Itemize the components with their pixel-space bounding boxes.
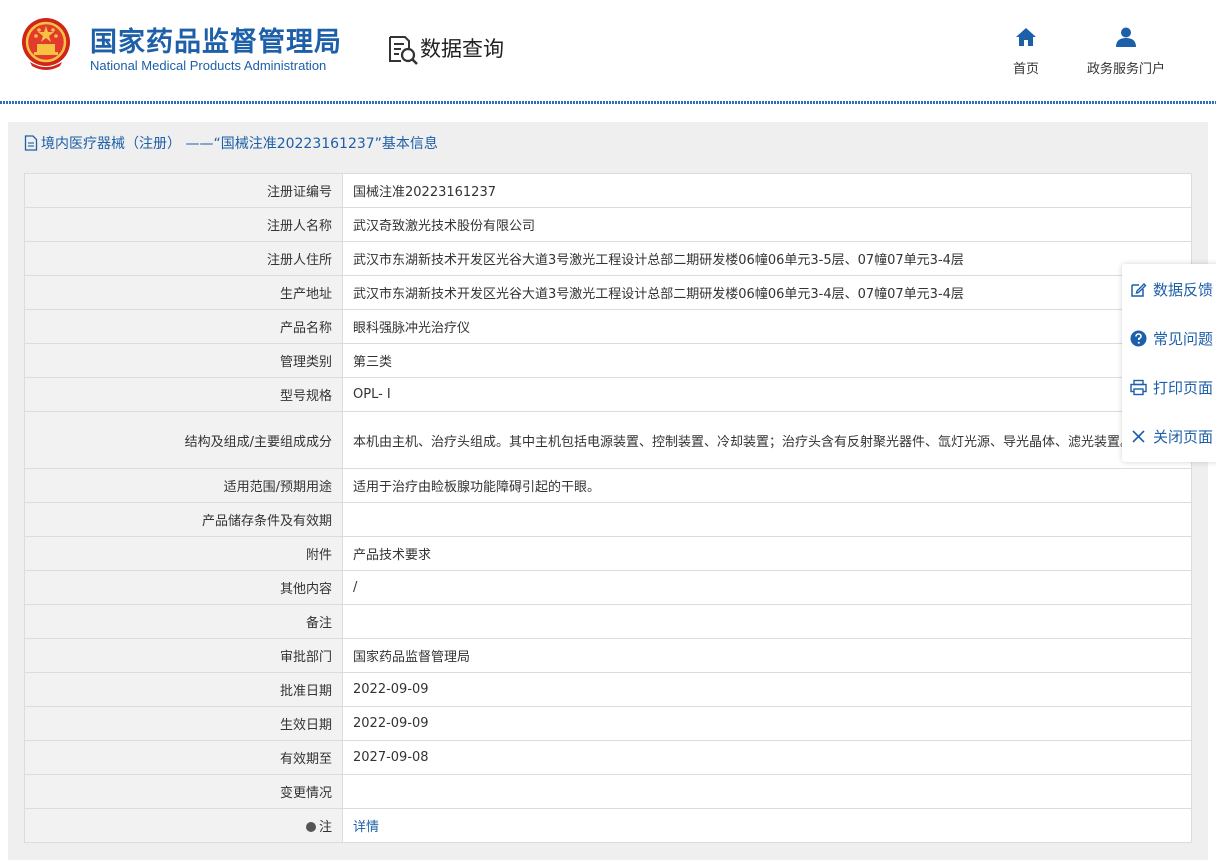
data-query-icon (389, 36, 418, 65)
document-icon (24, 135, 38, 151)
field-label: 备注 (24, 604, 343, 639)
table-row: 管理类别 第三类 (24, 343, 1192, 378)
field-value: 产品技术要求 (342, 536, 1192, 571)
table-row: 生产地址 武汉市东湖新技术开发区光谷大道3号激光工程设计总部二期研发楼06幢06单… (24, 275, 1192, 310)
table-row: 注册证编号 国械注准20223161237 (24, 173, 1192, 208)
field-label: 生产地址 (24, 275, 343, 310)
field-label: 其他内容 (24, 570, 343, 605)
field-label: 适用范围/预期用途 (24, 468, 343, 503)
data-feedback-label: 数据反馈 (1153, 280, 1214, 299)
field-label: 注册人名称 (24, 207, 343, 242)
field-label: 产品名称 (24, 309, 343, 344)
site-title[interactable]: 国家药品监督管理局 (90, 20, 342, 59)
table-row: 注册人住所 武汉市东湖新技术开发区光谷大道3号激光工程设计总部二期研发楼06幢06… (24, 241, 1192, 276)
field-label: 注册人住所 (24, 241, 343, 276)
field-value (342, 774, 1192, 809)
field-value: 武汉市东湖新技术开发区光谷大道3号激光工程设计总部二期研发楼06幢06单元3-5… (342, 241, 1192, 276)
details-link[interactable]: 详情 (342, 808, 1192, 843)
table-row: 注 详情 (24, 808, 1192, 843)
field-label: 有效期至 (24, 740, 343, 775)
field-value: 眼科强脉冲光治疗仪 (342, 309, 1192, 344)
data-feedback-button[interactable]: 数据反馈 (1130, 271, 1213, 307)
table-row: 生效日期 2022-09-09 (24, 706, 1192, 741)
field-value: 2022-09-09 (342, 706, 1192, 741)
field-value: 适用于治疗由睑板腺功能障碍引起的干眼。 (342, 468, 1192, 503)
question-icon (1130, 330, 1147, 346)
field-value: 2027-09-08 (342, 740, 1192, 775)
table-row: 变更情况 (24, 774, 1192, 809)
home-icon (1016, 28, 1036, 46)
note-label-cell: 注 (24, 808, 343, 843)
national-emblem-icon (22, 18, 70, 70)
table-row: 其他内容 / (24, 570, 1192, 605)
section-title: 数据查询 (420, 37, 504, 61)
print-page-label: 打印页面 (1153, 378, 1214, 397)
field-value: / (342, 570, 1192, 605)
field-value: 国家药品监督管理局 (342, 638, 1192, 673)
field-label: 结构及组成/主要组成成分 (24, 411, 343, 469)
table-row: 备注 (24, 604, 1192, 639)
floating-toolbar: 数据反馈 常见问题 打印页面 关闭页面 (1122, 264, 1216, 462)
field-label: 生效日期 (24, 706, 343, 741)
panel-title: 境内医疗器械（注册） ——“国械注准20223161237”基本信息 (24, 133, 438, 153)
table-row: 注册人名称 武汉奇致激光技术股份有限公司 (24, 207, 1192, 242)
field-value: 武汉奇致激光技术股份有限公司 (342, 207, 1192, 242)
site-header: 国家药品监督管理局 National Medical Products Admi… (0, 0, 1216, 104)
faq-label: 常见问题 (1153, 329, 1214, 348)
edit-icon (1131, 282, 1147, 297)
table-row: 结构及组成/主要组成成分 本机由主机、治疗头组成。其中主机包括电源装置、控制装置、… (24, 411, 1192, 469)
close-page-label: 关闭页面 (1153, 427, 1214, 446)
panel-title-text: 境内医疗器械（注册） ——“国械注准20223161237”基本信息 (41, 136, 438, 152)
table-row: 审批部门 国家药品监督管理局 (24, 638, 1192, 673)
field-value: 本机由主机、治疗头组成。其中主机包括电源装置、控制装置、冷却装置；治疗头含有反射… (342, 411, 1192, 469)
field-label: 审批部门 (24, 638, 343, 673)
nav-home[interactable]: 首页 (1005, 26, 1047, 77)
table-row: 产品名称 眼科强脉冲光治疗仪 (24, 309, 1192, 344)
field-label: 管理类别 (24, 343, 343, 378)
table-row: 有效期至 2027-09-08 (24, 740, 1192, 775)
field-value (342, 502, 1192, 537)
header-divider (0, 101, 1216, 104)
field-value: 第三类 (342, 343, 1192, 378)
nav-home-label: 首页 (1012, 62, 1039, 77)
print-page-button[interactable]: 打印页面 (1130, 369, 1213, 405)
field-label: 产品储存条件及有效期 (24, 502, 343, 537)
field-label: 批准日期 (24, 672, 343, 707)
table-row: 产品储存条件及有效期 (24, 502, 1192, 537)
table-row: 附件 产品技术要求 (24, 536, 1192, 571)
field-label: 注 (318, 820, 332, 835)
close-page-button[interactable]: 关闭页面 (1130, 418, 1213, 454)
field-value: OPL- Ⅰ (342, 377, 1192, 412)
field-label: 变更情况 (24, 774, 343, 809)
nav-service-portal-label: 政务服务门户 (1086, 62, 1165, 77)
nav-service-portal[interactable]: 政务服务门户 (1078, 26, 1174, 77)
print-icon (1130, 379, 1147, 395)
field-label: 附件 (24, 536, 343, 571)
field-value: 武汉市东湖新技术开发区光谷大道3号激光工程设计总部二期研发楼06幢06单元3-4… (342, 275, 1192, 310)
info-dot-icon (305, 822, 316, 832)
table-row: 适用范围/预期用途 适用于治疗由睑板腺功能障碍引起的干眼。 (24, 468, 1192, 503)
field-value (342, 604, 1192, 639)
site-subtitle[interactable]: National Medical Products Administration (90, 58, 326, 73)
field-label: 注册证编号 (24, 173, 343, 208)
table-row: 型号规格 OPL- Ⅰ (24, 377, 1192, 412)
faq-button[interactable]: 常见问题 (1130, 320, 1213, 356)
table-row: 批准日期 2022-09-09 (24, 672, 1192, 707)
field-label: 型号规格 (24, 377, 343, 412)
registration-info-table: 注册证编号 国械注准20223161237 注册人名称 武汉奇致激光技术股份有限公司… (24, 173, 1192, 843)
user-icon (1116, 27, 1136, 47)
field-value: 国械注准20223161237 (342, 173, 1192, 208)
field-value: 2022-09-09 (342, 672, 1192, 707)
close-icon (1132, 429, 1145, 443)
